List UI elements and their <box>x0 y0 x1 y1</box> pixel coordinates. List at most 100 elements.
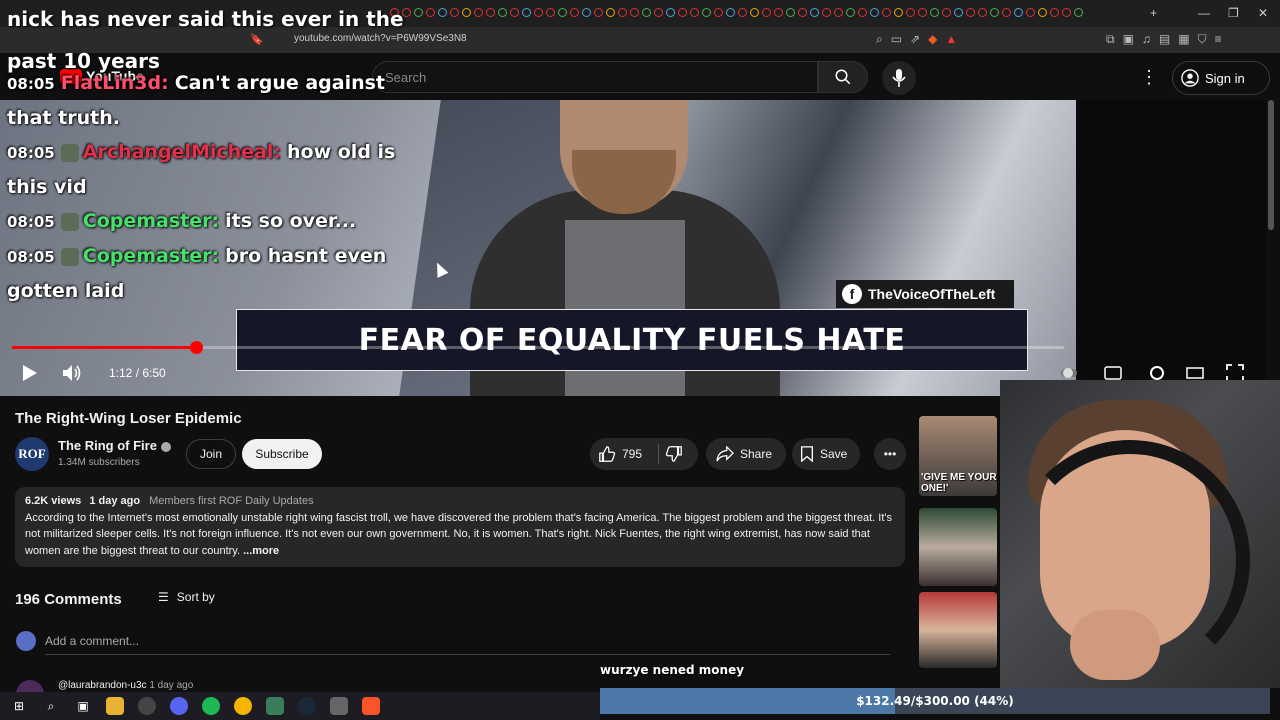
browser-tab[interactable] <box>858 8 867 17</box>
app-icon[interactable] <box>330 697 348 715</box>
browser-tab[interactable] <box>750 8 759 17</box>
share-button[interactable]: Share <box>706 438 786 470</box>
browser-tab[interactable] <box>462 8 471 17</box>
join-button[interactable]: Join <box>186 439 236 469</box>
browser-tab[interactable] <box>630 8 639 17</box>
browser-tab[interactable] <box>1014 8 1023 17</box>
browser-tab[interactable] <box>534 8 543 17</box>
channel-avatar[interactable]: ROF <box>15 437 49 471</box>
recommended-thumbnail[interactable] <box>919 508 997 586</box>
video-progress-bar[interactable] <box>12 341 1064 354</box>
thumbs-down-icon[interactable] <box>665 445 683 463</box>
recommended-thumbnail[interactable]: 'GIVE ME YOUR ONE!' <box>919 416 997 496</box>
zoom-icon[interactable]: ⌕ <box>876 32 883 47</box>
subscribe-button[interactable]: Subscribe <box>242 439 322 469</box>
extensions-icon[interactable]: ⧉ <box>1106 32 1115 47</box>
browser-tab[interactable] <box>438 8 447 17</box>
sign-in-button[interactable]: Sign in <box>1172 61 1270 95</box>
maximize-icon[interactable]: ❐ <box>1228 6 1239 20</box>
new-tab-icon[interactable]: + <box>1150 6 1157 20</box>
menu-icon[interactable]: ≡ <box>1215 32 1222 47</box>
save-button[interactable]: Save <box>792 438 860 470</box>
share-page-icon[interactable]: ⇗ <box>910 32 920 47</box>
browser-tab[interactable] <box>1002 8 1011 17</box>
browser-tab[interactable] <box>942 8 951 17</box>
wallet-icon[interactable]: ▦ <box>1178 32 1189 47</box>
browser-tab[interactable] <box>606 8 615 17</box>
browser-tab[interactable] <box>426 8 435 17</box>
recommended-thumbnail[interactable] <box>919 592 997 668</box>
volume-icon[interactable] <box>62 364 82 382</box>
browser-tab[interactable] <box>1038 8 1047 17</box>
browser-tab[interactable] <box>1050 8 1059 17</box>
browser-tab[interactable] <box>582 8 591 17</box>
sidebar-icon[interactable]: ▣ <box>1123 32 1134 47</box>
browser-tab[interactable] <box>702 8 711 17</box>
steam-icon[interactable] <box>298 697 316 715</box>
browser-tab[interactable] <box>990 8 999 17</box>
browser-tab[interactable] <box>738 8 747 17</box>
discord-icon[interactable] <box>170 697 188 715</box>
browser-tab[interactable] <box>822 8 831 17</box>
browser-tab[interactable] <box>642 8 651 17</box>
brave-icon[interactable] <box>362 697 380 715</box>
browser-tab[interactable] <box>906 8 915 17</box>
browser-tab[interactable] <box>654 8 663 17</box>
browser-tab[interactable] <box>1074 8 1083 17</box>
search-button[interactable] <box>818 61 868 93</box>
browser-tab[interactable] <box>774 8 783 17</box>
comment-author-handle[interactable]: @laurabrandon-u3c <box>58 680 147 691</box>
browser-tab[interactable] <box>894 8 903 17</box>
browser-tab[interactable] <box>714 8 723 17</box>
browser-tab[interactable] <box>762 8 771 17</box>
page-scrollbar[interactable] <box>1268 100 1274 230</box>
browser-tab[interactable] <box>918 8 927 17</box>
close-icon[interactable]: ✕ <box>1258 6 1268 20</box>
browser-tab[interactable] <box>450 8 459 17</box>
rewards-icon[interactable]: ▲ <box>945 32 957 47</box>
browser-tab[interactable] <box>498 8 507 17</box>
settings-kebab-icon[interactable]: ⋮ <box>1140 67 1158 88</box>
browser-tab[interactable] <box>474 8 483 17</box>
like-count[interactable]: 795 <box>622 447 642 461</box>
more-actions-button[interactable]: ••• <box>874 438 906 470</box>
channel-name[interactable]: The Ring of Fire <box>58 438 171 453</box>
browser-tab[interactable] <box>834 8 843 17</box>
task-view-icon[interactable]: ▣ <box>74 697 92 715</box>
search-taskbar-icon[interactable]: ⌕ <box>42 697 60 715</box>
browser-tab[interactable] <box>486 8 495 17</box>
browser-tab[interactable] <box>786 8 795 17</box>
browser-tab[interactable] <box>726 8 735 17</box>
add-comment-input[interactable]: Add a comment... <box>45 634 139 648</box>
windows-start-icon[interactable]: ⊞ <box>10 697 28 715</box>
browser-tab[interactable] <box>678 8 687 17</box>
play-icon[interactable] <box>20 364 38 382</box>
browser-tab[interactable] <box>1062 8 1071 17</box>
app-icon[interactable] <box>266 697 284 715</box>
sort-by-button[interactable]: ☰ Sort by <box>158 590 215 604</box>
shield-icon[interactable]: ◆ <box>928 32 937 47</box>
browser-tab[interactable] <box>546 8 555 17</box>
browser-tab[interactable] <box>798 8 807 17</box>
browser-tab[interactable] <box>558 8 567 17</box>
browser-tab[interactable] <box>618 8 627 17</box>
panel-icon[interactable]: ▤ <box>1159 32 1170 47</box>
obs-icon[interactable] <box>138 697 156 715</box>
comment-author[interactable]: @laurabrandon-u3c 1 day ago <box>58 680 193 691</box>
description-box[interactable]: 6.2K views 1 day ago Members first ROF D… <box>15 487 905 567</box>
browser-tab[interactable] <box>810 8 819 17</box>
file-explorer-icon[interactable] <box>106 697 124 715</box>
browser-tab[interactable] <box>522 8 531 17</box>
browser-tab[interactable] <box>870 8 879 17</box>
browser-tab[interactable] <box>690 8 699 17</box>
thumbs-up-icon[interactable] <box>598 445 616 463</box>
progress-scrubber[interactable] <box>190 341 204 354</box>
vpn-icon[interactable]: ⛉ <box>1198 32 1207 47</box>
browser-tab[interactable] <box>978 8 987 17</box>
media-icon[interactable]: ♫ <box>1142 32 1151 47</box>
browser-tab[interactable] <box>510 8 519 17</box>
browser-tab[interactable] <box>954 8 963 17</box>
browser-tab[interactable] <box>594 8 603 17</box>
channel-name-text[interactable]: The Ring of Fire <box>58 438 157 453</box>
browser-tab[interactable] <box>570 8 579 17</box>
